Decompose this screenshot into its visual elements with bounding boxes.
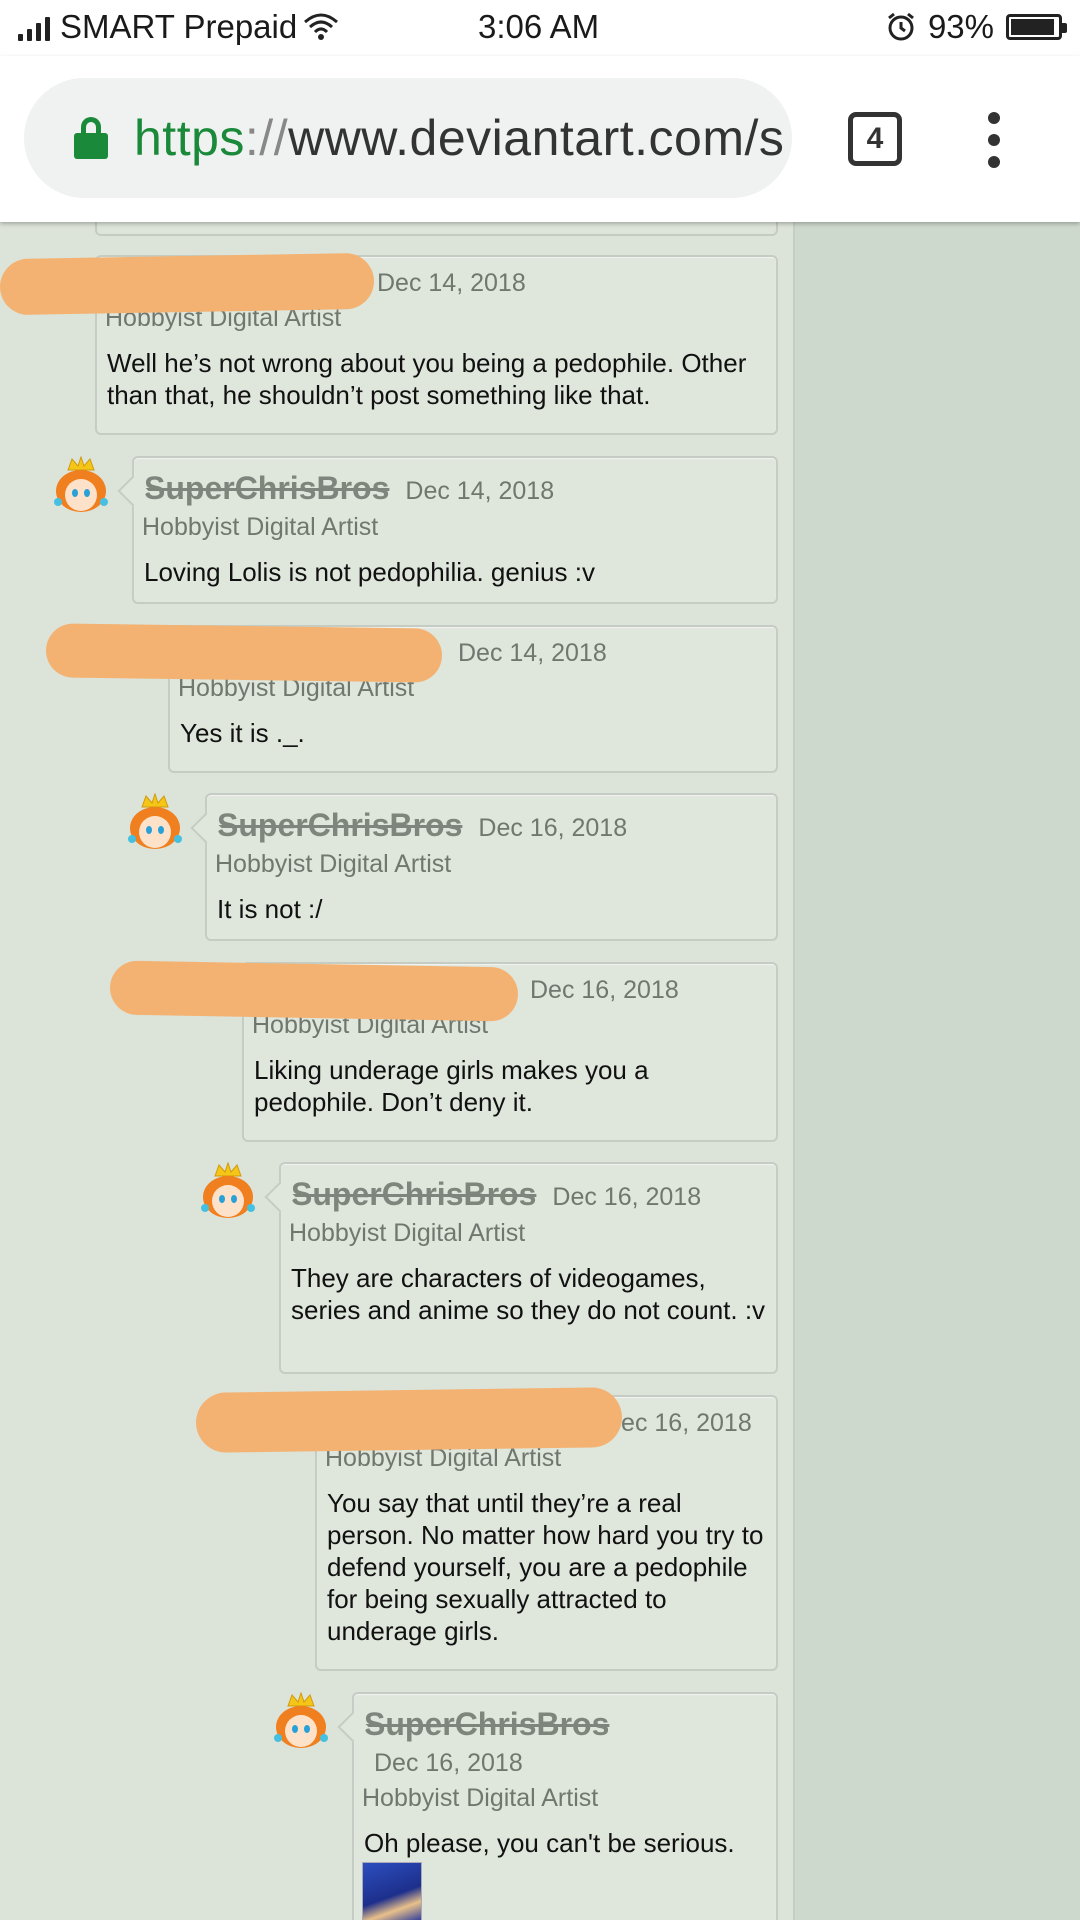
url-scheme: https <box>134 110 245 166</box>
comment: SuperChrisBros Dec 14, 2018 Hobbyist Dig… <box>132 456 778 604</box>
side-column <box>793 222 1080 1920</box>
signal-icon <box>18 13 50 41</box>
comment-text: Well he’s not wrong about you being a pe… <box>107 348 747 410</box>
comment-text: You say that until they’re a real person… <box>327 1488 764 1646</box>
overflow-menu-icon[interactable] <box>988 112 1002 168</box>
comment-username[interactable]: SuperChrisBros <box>291 1176 536 1213</box>
comment-date: Dec 16, 2018 <box>374 1749 523 1777</box>
princess-daisy-avatar-icon[interactable] <box>271 1692 331 1752</box>
lock-icon[interactable] <box>74 117 108 159</box>
battery-icon <box>1006 14 1067 40</box>
princess-daisy-avatar-icon[interactable] <box>198 1162 258 1222</box>
status-bar: SMART Prepaid 3:06 AM 93% <box>0 0 1080 56</box>
comment-date: Dec 16, 2018 <box>603 1409 752 1437</box>
status-right: 93% <box>886 8 1067 46</box>
comment-role: Hobbyist Digital Artist <box>142 513 379 541</box>
redacted-username <box>195 1387 623 1453</box>
comment-text: Loving Lolis is not pedophilia. genius :… <box>144 557 595 587</box>
wifi-icon <box>304 13 339 40</box>
comment-date: Dec 14, 2018 <box>405 477 555 505</box>
redacted-username <box>45 623 443 683</box>
princess-daisy-avatar-icon[interactable] <box>51 456 111 516</box>
comment: SuperChrisBros Dec 16, 2018 Hobbyist Dig… <box>205 793 778 941</box>
battery-fill <box>1011 19 1054 35</box>
comment-date: Dec 14, 2018 <box>377 269 526 297</box>
redacted-username <box>0 252 375 316</box>
comment-text: Yes it is ._. <box>180 718 305 748</box>
carrier-name: SMART Prepaid <box>60 8 298 45</box>
princess-daisy-avatar-icon[interactable] <box>125 793 185 853</box>
comment: SuperChrisBros Dec 16, 2018 Hobbyist Dig… <box>279 1162 778 1374</box>
comment-role: Hobbyist Digital Artist <box>215 850 452 878</box>
comment-text: It is not :/ <box>217 894 323 924</box>
comment-date: Dec 14, 2018 <box>458 639 607 667</box>
alarm-icon <box>888 12 914 41</box>
clock: 3:06 AM <box>478 8 600 45</box>
comment-role: Hobbyist Digital Artist <box>362 1784 599 1812</box>
url-text[interactable]: https://www.deviantart.com/s <box>134 109 784 167</box>
comment-date: Dec 16, 2018 <box>530 976 679 1004</box>
comment-text: Liking underage girls makes you a pedoph… <box>254 1055 649 1117</box>
comment-username[interactable]: SuperChrisBros <box>144 470 389 507</box>
comment-role: Hobbyist Digital Artist <box>289 1219 526 1247</box>
sonic-emote-image <box>362 1862 422 1920</box>
comment-text: They are characters of videogames, serie… <box>291 1263 766 1325</box>
battery-percent: 93% <box>927 8 994 45</box>
url-separator: :// <box>244 110 289 166</box>
comment-username[interactable]: SuperChrisBros <box>217 807 462 844</box>
comment-thread: Dec 14, 2018 Hobbyist Digital Artist Wel… <box>0 212 1080 1920</box>
comment-username[interactable]: SuperChrisBros <box>364 1706 609 1743</box>
redacted-username <box>109 960 519 1022</box>
tab-switcher-button[interactable]: 4 <box>848 112 902 166</box>
status-left: SMART Prepaid <box>18 8 339 46</box>
address-bar[interactable]: https://www.deviantart.com/s <box>24 78 792 198</box>
browser-toolbar: https://www.deviantart.com/s 4 <box>0 56 1080 222</box>
comment-date: Dec 16, 2018 <box>478 814 628 842</box>
comment-date: Dec 16, 2018 <box>552 1183 702 1211</box>
url-domain: www.deviantart.com/s <box>288 110 785 166</box>
